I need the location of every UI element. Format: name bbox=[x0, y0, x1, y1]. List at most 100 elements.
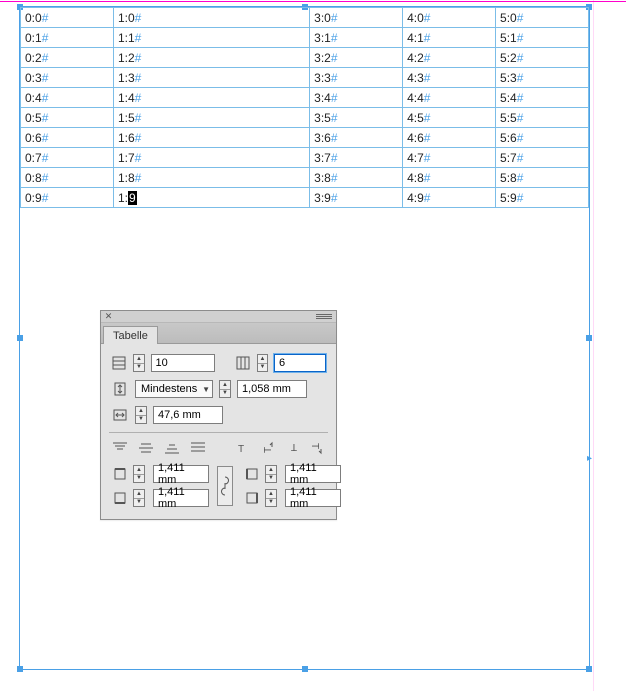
align-bottom-icon[interactable] bbox=[163, 441, 181, 455]
table-cell[interactable]: 5:6# bbox=[496, 128, 589, 148]
table-cell[interactable]: 4:5# bbox=[403, 108, 496, 128]
table-cell[interactable]: 0:9# bbox=[21, 188, 114, 208]
table-cell[interactable]: 1:6# bbox=[113, 128, 309, 148]
table-cell[interactable]: 5:4# bbox=[496, 88, 589, 108]
table-row[interactable]: 0:8#1:8#3:8#4:8#5:8# bbox=[21, 168, 589, 188]
inset-left-input[interactable]: 1,411 mm bbox=[285, 465, 341, 483]
table-cell[interactable]: 5:7# bbox=[496, 148, 589, 168]
row-height-stepper[interactable]: ▲▼ bbox=[219, 380, 231, 398]
col-width-input[interactable]: 47,6 mm bbox=[153, 406, 223, 424]
table-cell[interactable]: 5:2# bbox=[496, 48, 589, 68]
table-cell[interactable]: 4:1# bbox=[403, 28, 496, 48]
selection-handle[interactable] bbox=[586, 335, 592, 341]
rows-stepper[interactable]: ▲▼ bbox=[133, 354, 144, 372]
table-cell[interactable]: 5:1# bbox=[496, 28, 589, 48]
selection-handle[interactable] bbox=[586, 666, 592, 672]
table-cell[interactable]: 4:8# bbox=[403, 168, 496, 188]
cols-stepper[interactable]: ▲▼ bbox=[257, 354, 268, 372]
content-table[interactable]: 0:0#1:0#3:0#4:0#5:0#0:1#1:1#3:1#4:1#5:1#… bbox=[20, 7, 589, 208]
table-cell[interactable]: 0:4# bbox=[21, 88, 114, 108]
inset-bottom-input[interactable]: 1,411 mm bbox=[153, 489, 209, 507]
table-row[interactable]: 0:0#1:0#3:0#4:0#5:0# bbox=[21, 8, 589, 28]
table-cell[interactable]: 4:7# bbox=[403, 148, 496, 168]
table-cell[interactable]: 4:6# bbox=[403, 128, 496, 148]
tab-tabelle[interactable]: Tabelle bbox=[103, 326, 158, 344]
table-row[interactable]: 0:4#1:4#3:4#4:4#5:4# bbox=[21, 88, 589, 108]
table-panel[interactable]: ✕ Tabelle ▲▼ 10 ▲▼ 6 Mindestens ▼ bbox=[100, 310, 337, 520]
rows-input[interactable]: 10 bbox=[151, 354, 216, 372]
table-cell[interactable]: 0:1# bbox=[21, 28, 114, 48]
table-cell[interactable]: 3:3# bbox=[310, 68, 403, 88]
text-rotate-left-icon[interactable]: T bbox=[260, 441, 277, 455]
panel-menu-icon[interactable] bbox=[316, 313, 332, 320]
align-justify-icon[interactable] bbox=[189, 441, 207, 455]
table-cell[interactable]: 3:9# bbox=[310, 188, 403, 208]
table-cell[interactable]: 4:4# bbox=[403, 88, 496, 108]
cols-input[interactable]: 6 bbox=[274, 354, 326, 372]
table-row[interactable]: 0:1#1:1#3:1#4:1#5:1# bbox=[21, 28, 589, 48]
table-cell[interactable]: 4:3# bbox=[403, 68, 496, 88]
selection-handle[interactable] bbox=[17, 335, 23, 341]
table-cell[interactable]: 5:0# bbox=[496, 8, 589, 28]
table-row[interactable]: 0:9#1:93:9#4:9#5:9# bbox=[21, 188, 589, 208]
link-insets-icon[interactable] bbox=[217, 466, 233, 506]
table-cell[interactable]: 1:8# bbox=[113, 168, 309, 188]
table-cell[interactable]: 1:4# bbox=[113, 88, 309, 108]
close-icon[interactable]: ✕ bbox=[104, 312, 113, 321]
text-horizontal-icon[interactable]: T bbox=[236, 441, 253, 455]
table-cell[interactable]: 0:3# bbox=[21, 68, 114, 88]
table-cell[interactable]: 1:5# bbox=[113, 108, 309, 128]
table-cell[interactable]: 5:3# bbox=[496, 68, 589, 88]
table-cell[interactable]: 4:9# bbox=[403, 188, 496, 208]
table-cell[interactable]: 3:8# bbox=[310, 168, 403, 188]
selection-handle[interactable] bbox=[17, 666, 23, 672]
text-vertical-icon[interactable]: T bbox=[285, 441, 302, 455]
table-cell[interactable]: 0:2# bbox=[21, 48, 114, 68]
table-cell[interactable]: 5:5# bbox=[496, 108, 589, 128]
table-cell[interactable]: 3:0# bbox=[310, 8, 403, 28]
inset-right-input[interactable]: 1,411 mm bbox=[285, 489, 341, 507]
table-cell[interactable]: 3:6# bbox=[310, 128, 403, 148]
table-cell[interactable]: 0:8# bbox=[21, 168, 114, 188]
inset-bottom-stepper[interactable]: ▲▼ bbox=[133, 489, 145, 507]
table-cell[interactable]: 0:7# bbox=[21, 148, 114, 168]
table-cell[interactable]: 1:9 bbox=[113, 188, 309, 208]
table-cell[interactable]: 0:5# bbox=[21, 108, 114, 128]
table-row[interactable]: 0:7#1:7#3:7#4:7#5:7# bbox=[21, 148, 589, 168]
table-cell[interactable]: 3:5# bbox=[310, 108, 403, 128]
table-cell[interactable]: 3:4# bbox=[310, 88, 403, 108]
table-row[interactable]: 0:2#1:2#3:2#4:2#5:2# bbox=[21, 48, 589, 68]
text-rotate-right-icon[interactable]: T bbox=[309, 441, 326, 455]
col-width-stepper[interactable]: ▲▼ bbox=[135, 406, 147, 424]
panel-titlebar[interactable]: ✕ bbox=[101, 311, 336, 323]
table-cell[interactable]: 1:1# bbox=[113, 28, 309, 48]
row-height-input[interactable]: 1,058 mm bbox=[237, 380, 307, 398]
rows-icon bbox=[111, 354, 127, 372]
inset-top-input[interactable]: 1,411 mm bbox=[153, 465, 209, 483]
table-cell[interactable]: 3:7# bbox=[310, 148, 403, 168]
table-cell[interactable]: 4:0# bbox=[403, 8, 496, 28]
selection-handle[interactable] bbox=[302, 666, 308, 672]
table-row[interactable]: 0:3#1:3#3:3#4:3#5:3# bbox=[21, 68, 589, 88]
table-cell[interactable]: 1:7# bbox=[113, 148, 309, 168]
table-cell[interactable]: 5:8# bbox=[496, 168, 589, 188]
guide-horizontal bbox=[0, 1, 626, 2]
inset-left-stepper[interactable]: ▲▼ bbox=[265, 465, 277, 483]
table-row[interactable]: 0:5#1:5#3:5#4:5#5:5# bbox=[21, 108, 589, 128]
inset-right-stepper[interactable]: ▲▼ bbox=[265, 489, 277, 507]
align-middle-icon[interactable] bbox=[137, 441, 155, 455]
table-cell[interactable]: 0:0# bbox=[21, 8, 114, 28]
table-cell[interactable]: 1:2# bbox=[113, 48, 309, 68]
table-row[interactable]: 0:6#1:6#3:6#4:6#5:6# bbox=[21, 128, 589, 148]
align-top-icon[interactable] bbox=[111, 441, 129, 455]
table-cell[interactable]: 1:0# bbox=[113, 8, 309, 28]
inset-top-stepper[interactable]: ▲▼ bbox=[133, 465, 145, 483]
table-cell[interactable]: 3:1# bbox=[310, 28, 403, 48]
table-cell[interactable]: 4:2# bbox=[403, 48, 496, 68]
table-cell[interactable]: 5:9# bbox=[496, 188, 589, 208]
table-cell[interactable]: 1:3# bbox=[113, 68, 309, 88]
row-height-mode-dropdown[interactable]: Mindestens ▼ bbox=[135, 380, 213, 398]
table-cell[interactable]: 0:6# bbox=[21, 128, 114, 148]
overflow-out-port[interactable]: ▸ bbox=[587, 453, 592, 464]
table-cell[interactable]: 3:2# bbox=[310, 48, 403, 68]
